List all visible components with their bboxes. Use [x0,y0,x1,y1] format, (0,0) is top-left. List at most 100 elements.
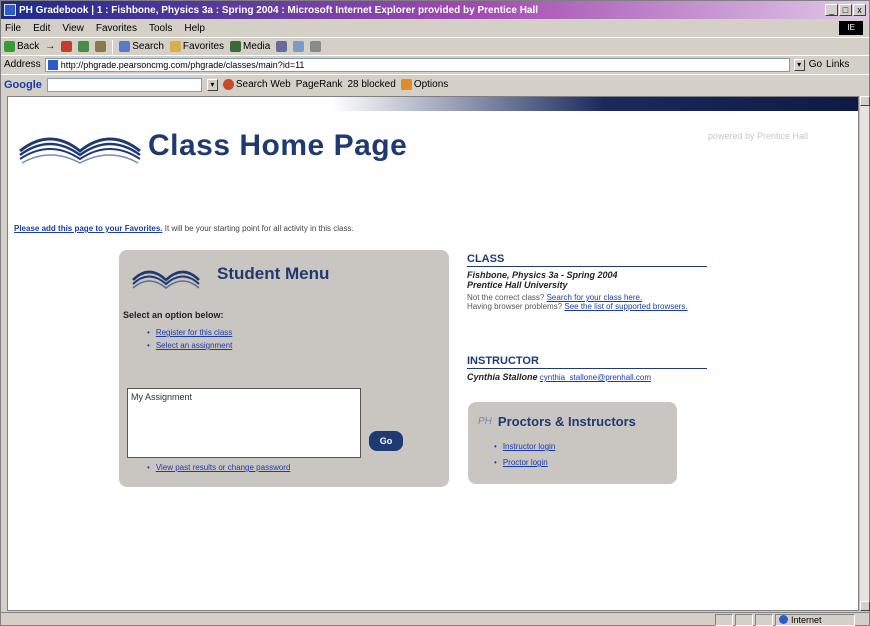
instructor-login-link[interactable]: Instructor login [494,442,555,451]
browser-problems-text: Having browser problems? [467,302,565,311]
select-assignment-link[interactable]: Select an assignment [147,341,233,350]
back-label: Back [17,41,40,52]
menu-bar: File Edit View Favorites Tools Help IE [1,20,869,36]
student-menu-panel: Student Menu Select an option below: Reg… [119,250,449,487]
internet-globe-icon [779,615,788,624]
proctors-instructors-panel: PH Proctors & Instructors Instructor log… [468,402,677,484]
menu-view[interactable]: View [62,23,84,34]
status-bar: Internet [1,612,869,626]
title-bar[interactable]: PH Gradebook | 1 : Fishbone, Physics 3a … [1,1,869,19]
google-search-input[interactable] [46,77,202,92]
not-correct-line: Not the correct class? Search for your c… [467,293,717,302]
past-results-link[interactable]: View past results or change password [147,463,291,472]
register-class-link[interactable]: Register for this class [147,328,232,337]
stop-button[interactable] [61,41,73,52]
stop-icon [61,41,73,52]
instructor-heading: INSTRUCTOR [467,355,707,369]
print-icon [310,41,322,52]
favorites-notice-text: It will be your starting point for all a… [162,224,354,233]
favorites-star-icon [169,41,181,52]
page-icon [47,59,58,70]
mail-button[interactable] [293,41,305,52]
forward-button[interactable]: → [45,41,55,52]
student-book-icon [132,270,200,289]
ph-badge-icon: PH [478,416,492,427]
refresh-icon [78,41,90,52]
maximize-button[interactable]: □ [839,4,852,16]
vertical-scrollbar[interactable] [859,96,870,611]
standard-toolbar: Back → Search Favorites Media [1,37,869,55]
page-title: Class Home Page [148,129,408,162]
favorites-notice: Please add this page to your Favorites. … [14,224,354,233]
menu-tools[interactable]: Tools [149,23,172,34]
class-heading: CLASS [467,253,707,267]
search-class-link[interactable]: Search for your class here. [547,293,643,302]
window-controls: _ □ x [825,4,866,16]
search-icon [119,41,131,52]
assignment-go-button[interactable]: Go [369,431,403,451]
page-viewport[interactable]: Class Home Page powered by Prentice Hall… [7,96,859,611]
proctors-header: PH Proctors & Instructors [478,414,636,429]
status-cell [715,613,733,626]
menu-file[interactable]: File [5,23,21,34]
menu-edit[interactable]: Edit [33,23,50,34]
links-button[interactable]: Links [826,59,849,70]
minimize-button[interactable]: _ [825,4,838,16]
not-correct-text: Not the correct class? [467,293,547,302]
scroll-up-arrow-icon[interactable] [860,96,870,106]
address-dropdown-icon[interactable]: ▾ [793,58,805,71]
google-dropdown-icon[interactable]: ▾ [206,78,218,91]
media-button[interactable]: Media [230,41,270,52]
assignment-select[interactable]: My Assignment [127,388,361,458]
student-options-list: Register for this class Select an assign… [147,328,233,354]
home-button[interactable] [95,41,107,52]
back-arrow-icon [4,41,15,52]
popup-blocker-button[interactable]: 28 blocked [347,79,395,90]
search-button[interactable]: Search [119,41,164,52]
scroll-down-arrow-icon[interactable] [860,601,870,611]
favorites-button[interactable]: Favorites [169,41,224,52]
instructor-line: Cynthia Stallone cynthia_stallone@prenha… [467,372,717,382]
school-name: Prentice Hall University [467,280,568,290]
resize-grip-icon[interactable] [857,614,869,626]
close-button[interactable]: x [853,4,866,16]
ie-throbber-icon: IE [839,21,863,35]
pagerank-button[interactable]: PageRank [296,79,343,90]
supported-browsers-link[interactable]: See the list of supported browsers. [564,302,687,311]
instructor-section: INSTRUCTOR Cynthia Stallone cynthia_stal… [467,355,717,382]
print-button[interactable] [310,41,322,52]
blocked-label: 28 blocked [347,79,396,90]
address-label: Address [4,59,41,70]
header-band [8,97,858,111]
powered-by-text: powered by Prentice Hall [708,131,809,141]
options-button[interactable]: Options [400,79,448,90]
instructor-email-link[interactable]: cynthia_stallone@prenhall.com [540,373,651,382]
address-input[interactable]: http://phgrade.pearsoncmg.com/phgrade/cl… [44,57,790,72]
status-cell [735,613,753,626]
refresh-button[interactable] [78,41,90,52]
select-option-label: Select an option below: [123,310,224,320]
address-url: http://phgrade.pearsoncmg.com/phgrade/cl… [60,59,305,70]
menu-help[interactable]: Help [184,23,205,34]
google-logo[interactable]: Google [4,79,42,91]
zone-label: Internet [791,614,822,625]
back-button[interactable]: Back [4,41,39,52]
proctor-login-link[interactable]: Proctor login [494,458,555,467]
forward-label: → [45,41,56,52]
go-button[interactable]: Go [809,59,822,70]
history-icon [276,41,288,52]
menu-favorites[interactable]: Favorites [96,23,137,34]
history-button[interactable] [276,41,288,52]
add-to-favorites-link[interactable]: Please add this page to your Favorites. [14,224,163,233]
search-web-button[interactable]: Search Web [222,79,291,90]
mail-icon [293,41,305,52]
home-icon [95,41,107,52]
search-label: Search [132,41,164,52]
status-cell [755,613,773,626]
google-toolbar: Google ▾ Search Web PageRank 28 blocked … [1,74,869,94]
browser-problems-line: Having browser problems? See the list of… [467,302,717,311]
class-name: Fishbone, Physics 3a - Spring 2004 [467,270,618,280]
pagerank-label: PageRank [295,79,343,90]
security-zone: Internet [775,613,855,626]
address-bar: Address http://phgrade.pearsoncmg.com/ph… [1,55,869,73]
